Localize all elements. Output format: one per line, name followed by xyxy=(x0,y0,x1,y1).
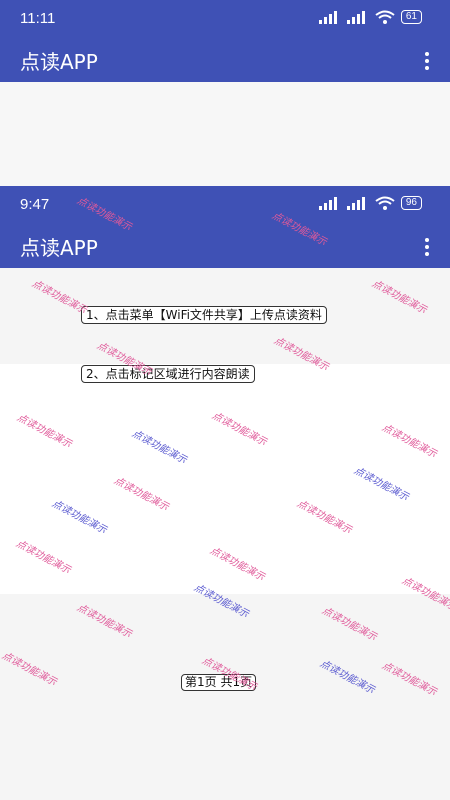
overflow-menu-icon[interactable] xyxy=(424,236,430,256)
instruction-hotspot-1[interactable]: 1、点击菜单【WiFi文件共享】上传点读资料 xyxy=(81,306,327,324)
back-content xyxy=(0,82,450,186)
wifi-icon xyxy=(375,196,395,210)
battery-icon: 61 xyxy=(400,10,422,24)
signal-icon xyxy=(318,196,341,210)
signal-icon xyxy=(318,10,341,24)
status-icons: 61 xyxy=(318,10,422,24)
app-title: 点读APP xyxy=(20,50,98,74)
signal-icon xyxy=(346,10,369,24)
status-time: 11:11 xyxy=(20,10,56,27)
status-bar-back: 11:11 61 xyxy=(0,0,450,38)
app-title: 点读APP xyxy=(20,236,98,260)
overflow-menu-icon[interactable] xyxy=(424,50,430,70)
instruction-hotspot-2[interactable]: 2、点击标记区域进行内容朗读 xyxy=(81,365,255,383)
app-bar-back: 点读APP xyxy=(0,38,450,82)
app-bar-front: 点读APP xyxy=(0,224,450,268)
status-icons: 96 xyxy=(318,196,422,210)
battery-icon: 96 xyxy=(400,196,422,210)
signal-icon xyxy=(346,196,369,210)
wifi-icon xyxy=(375,10,395,24)
status-time: 9:47 xyxy=(20,196,50,213)
reading-page: 1、点击菜单【WiFi文件共享】上传点读资料 2、点击标记区域进行内容朗读 第1… xyxy=(0,268,450,800)
status-bar-front: 9:47 96 xyxy=(0,186,450,224)
